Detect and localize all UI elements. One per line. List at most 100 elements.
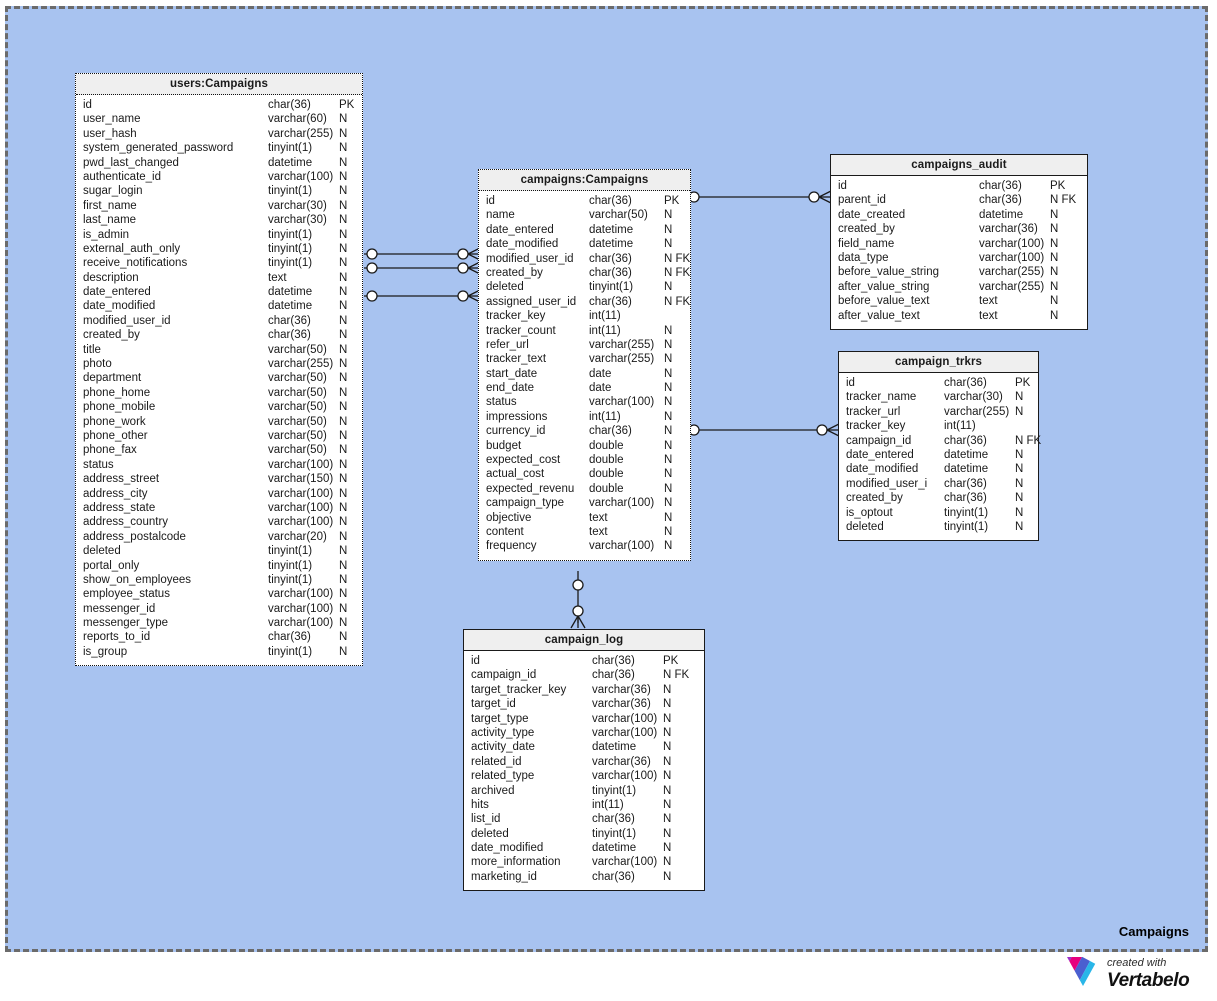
attribute-row[interactable]: related_type varchar(100) N: [464, 769, 704, 783]
attribute-row[interactable]: tracker_count int(11) N: [479, 324, 690, 338]
attribute-row[interactable]: phone_home varchar(50) N: [76, 386, 362, 400]
attribute-row[interactable]: user_name varchar(60) N: [76, 112, 362, 126]
attribute-row[interactable]: start_date date N: [479, 367, 690, 381]
attribute-row[interactable]: hits int(11) N: [464, 798, 704, 812]
entity-table-users[interactable]: users:Campaigns id char(36) PK user_name varc…: [75, 73, 363, 667]
attribute-row[interactable]: target_id varchar(36) N: [464, 697, 704, 711]
attribute-row[interactable]: department varchar(50) N: [76, 371, 362, 385]
attribute-row[interactable]: phone_fax varchar(50) N: [76, 443, 362, 457]
attribute-row[interactable]: is_group tinyint(1) N: [76, 645, 362, 659]
entity-table-campaigns-audit[interactable]: campaigns_audit id char(36) PK parent_id char…: [830, 154, 1088, 330]
attribute-row[interactable]: pwd_last_changed datetime N: [76, 156, 362, 170]
attribute-row[interactable]: status varchar(100) N: [479, 395, 690, 409]
attribute-row[interactable]: parent_id char(36) N FK: [831, 193, 1087, 207]
attribute-row[interactable]: id char(36) PK: [76, 98, 362, 112]
entity-title-campaigns-audit[interactable]: campaigns_audit: [831, 155, 1087, 176]
attribute-row[interactable]: deleted tinyint(1) N: [839, 520, 1038, 534]
relationship-line-campaigns-trkrs[interactable]: [686, 423, 840, 437]
attribute-row[interactable]: address_postalcode varchar(20) N: [76, 530, 362, 544]
entity-title-campaigns[interactable]: campaigns:Campaigns: [479, 170, 690, 191]
entity-table-campaigns[interactable]: campaigns:Campaigns id char(36) PK name varch…: [478, 169, 691, 561]
attribute-row[interactable]: employee_status varchar(100) N: [76, 587, 362, 601]
attribute-row[interactable]: first_name varchar(30) N: [76, 199, 362, 213]
attribute-row[interactable]: name varchar(50) N: [479, 208, 690, 222]
attribute-row[interactable]: tracker_key int(11): [479, 309, 690, 323]
attribute-row[interactable]: tracker_key int(11): [839, 419, 1038, 433]
attribute-row[interactable]: field_name varchar(100) N: [831, 237, 1087, 251]
attribute-row[interactable]: after_value_text text N: [831, 309, 1087, 323]
attribute-row[interactable]: phone_mobile varchar(50) N: [76, 400, 362, 414]
attribute-row[interactable]: id char(36) PK: [831, 179, 1087, 193]
attribute-row[interactable]: date_entered datetime N: [76, 285, 362, 299]
relationship-line-campaigns-log[interactable]: [570, 571, 586, 629]
attribute-row[interactable]: is_optout tinyint(1) N: [839, 506, 1038, 520]
relationship-line-campaigns-audit[interactable]: [686, 190, 832, 204]
entity-title-campaign-log[interactable]: campaign_log: [464, 630, 704, 651]
attribute-row[interactable]: date_modified datetime N: [839, 462, 1038, 476]
attribute-row[interactable]: address_street varchar(150) N: [76, 472, 362, 486]
attribute-row[interactable]: campaign_type varchar(100) N: [479, 496, 690, 510]
attribute-row[interactable]: objective text N: [479, 511, 690, 525]
attribute-row[interactable]: date_created datetime N: [831, 208, 1087, 222]
attribute-row[interactable]: before_value_text text N: [831, 294, 1087, 308]
attribute-row[interactable]: created_by char(36) N FK: [479, 266, 690, 280]
attribute-row[interactable]: id char(36) PK: [479, 194, 690, 208]
attribute-row[interactable]: description text N: [76, 271, 362, 285]
attribute-row[interactable]: end_date date N: [479, 381, 690, 395]
attribute-row[interactable]: last_name varchar(30) N: [76, 213, 362, 227]
attribute-row[interactable]: phone_other varchar(50) N: [76, 429, 362, 443]
attribute-row[interactable]: modified_user_id char(36) N: [76, 314, 362, 328]
attribute-row[interactable]: messenger_id varchar(100) N: [76, 602, 362, 616]
attribute-row[interactable]: id char(36) PK: [839, 376, 1038, 390]
attribute-row[interactable]: budget double N: [479, 439, 690, 453]
attribute-row[interactable]: date_entered datetime N: [479, 223, 690, 237]
attribute-row[interactable]: target_tracker_key varchar(36) N: [464, 683, 704, 697]
attribute-row[interactable]: frequency varchar(100) N: [479, 539, 690, 553]
relationship-line-users-created-by[interactable]: [364, 261, 481, 275]
attribute-row[interactable]: target_type varchar(100) N: [464, 712, 704, 726]
attribute-row[interactable]: expected_revenu double N: [479, 482, 690, 496]
attribute-row[interactable]: date_modified datetime N: [479, 237, 690, 251]
entity-table-campaign-log[interactable]: campaign_log id char(36) PK campaign_id char(…: [463, 629, 705, 892]
relationship-line-users-modified-user[interactable]: [364, 247, 481, 261]
attribute-row[interactable]: address_state varchar(100) N: [76, 501, 362, 515]
attribute-row[interactable]: refer_url varchar(255) N: [479, 338, 690, 352]
attribute-row[interactable]: created_by char(36) N: [839, 491, 1038, 505]
attribute-row[interactable]: modified_user_i char(36) N: [839, 477, 1038, 491]
attribute-row[interactable]: modified_user_id char(36) N FK: [479, 252, 690, 266]
attribute-row[interactable]: expected_cost double N: [479, 453, 690, 467]
entity-title-campaign-trkrs[interactable]: campaign_trkrs: [839, 352, 1038, 373]
attribute-row[interactable]: messenger_type varchar(100) N: [76, 616, 362, 630]
attribute-row[interactable]: tracker_name varchar(30) N: [839, 390, 1038, 404]
attribute-row[interactable]: impressions int(11) N: [479, 410, 690, 424]
attribute-row[interactable]: title varchar(50) N: [76, 343, 362, 357]
attribute-row[interactable]: activity_type varchar(100) N: [464, 726, 704, 740]
attribute-row[interactable]: portal_only tinyint(1) N: [76, 559, 362, 573]
attribute-row[interactable]: deleted tinyint(1) N: [76, 544, 362, 558]
attribute-row[interactable]: status varchar(100) N: [76, 458, 362, 472]
attribute-row[interactable]: campaign_id char(36) N FK: [839, 434, 1041, 448]
attribute-row[interactable]: is_admin tinyint(1) N: [76, 228, 362, 242]
attribute-row[interactable]: system_generated_password tinyint(1) N: [76, 141, 362, 155]
attribute-row[interactable]: before_value_string varchar(255) N: [831, 265, 1087, 279]
relationship-line-users-assigned-user[interactable]: [364, 289, 481, 303]
attribute-row[interactable]: address_city varchar(100) N: [76, 487, 362, 501]
attribute-row[interactable]: tracker_text varchar(255) N: [479, 352, 690, 366]
entity-table-campaign-trkrs[interactable]: campaign_trkrs id char(36) PK tracker_name va…: [838, 351, 1041, 542]
attribute-row[interactable]: assigned_user_id char(36) N FK: [479, 295, 690, 309]
attribute-row[interactable]: created_by varchar(36) N: [831, 222, 1087, 236]
attribute-row[interactable]: external_auth_only tinyint(1) N: [76, 242, 362, 256]
attribute-row[interactable]: deleted tinyint(1) N: [464, 827, 704, 841]
attribute-row[interactable]: receive_notifications tinyint(1) N: [76, 256, 362, 270]
attribute-row[interactable]: address_country varchar(100) N: [76, 515, 362, 529]
attribute-row[interactable]: date_modified datetime N: [464, 841, 704, 855]
attribute-row[interactable]: authenticate_id varchar(100) N: [76, 170, 362, 184]
attribute-row[interactable]: archived tinyint(1) N: [464, 784, 704, 798]
attribute-row[interactable]: related_id varchar(36) N: [464, 755, 704, 769]
attribute-row[interactable]: date_entered datetime N: [839, 448, 1038, 462]
attribute-row[interactable]: currency_id char(36) N: [479, 424, 690, 438]
attribute-row[interactable]: campaign_id char(36) N FK: [464, 668, 704, 682]
attribute-row[interactable]: reports_to_id char(36) N: [76, 630, 362, 644]
attribute-row[interactable]: activity_date datetime N: [464, 740, 704, 754]
attribute-row[interactable]: sugar_login tinyint(1) N: [76, 184, 362, 198]
